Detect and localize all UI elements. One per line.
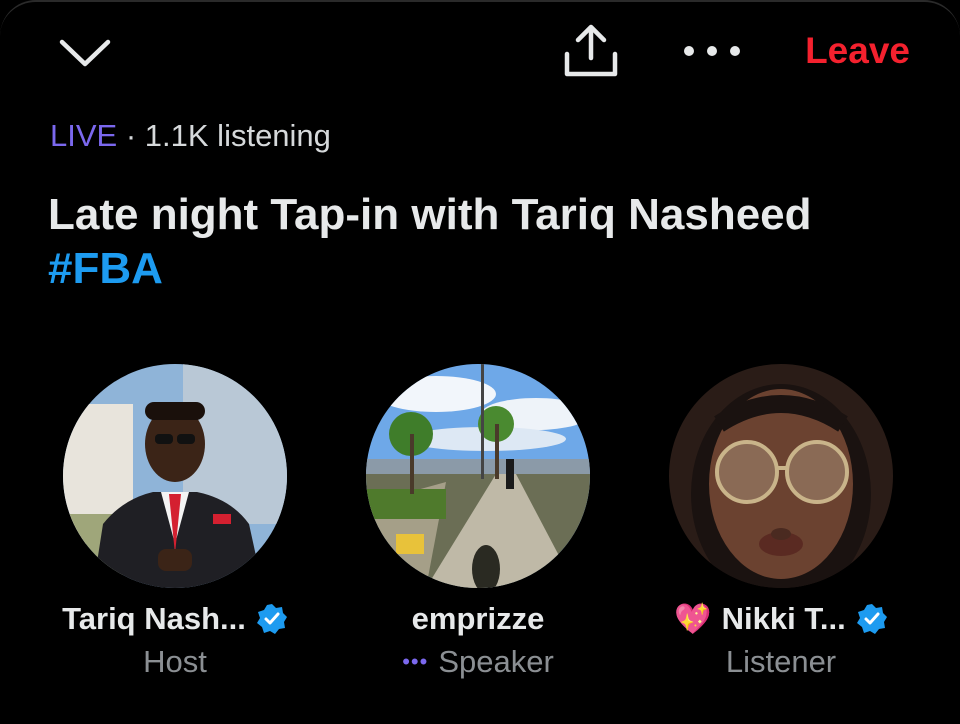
participant-host[interactable]: Tariq Nash... Host <box>45 364 305 682</box>
participant-name: Nikki T... <box>721 601 846 636</box>
participant-listener[interactable]: 💖 Nikki T... Listener <box>651 364 911 682</box>
participant-role-row: Host <box>45 642 305 682</box>
participant-name-row: Tariq Nash... <box>45 596 305 642</box>
participant-role: Host <box>143 644 207 679</box>
avatar[interactable] <box>669 364 893 588</box>
chevron-down-icon[interactable] <box>58 36 112 70</box>
verified-badge-icon <box>856 604 887 634</box>
participant-role-row: Listener <box>651 642 911 682</box>
participant-role-row: ••• Speaker <box>348 642 608 682</box>
participant-role: Speaker <box>438 644 554 679</box>
top-bar: Leave <box>0 0 960 110</box>
space-title: Late night Tap-in with Tariq Nasheed #FB… <box>48 188 908 296</box>
status-separator: · <box>125 118 137 153</box>
live-label: LIVE <box>50 118 118 153</box>
avatar[interactable] <box>63 364 287 588</box>
speaking-dots-icon: ••• <box>402 649 429 674</box>
avatar[interactable] <box>366 364 590 588</box>
more-dots-icon[interactable] <box>680 38 744 64</box>
participant-name: emprizze <box>411 601 545 636</box>
leave-button[interactable]: Leave <box>805 30 910 72</box>
participant-role: Listener <box>725 644 837 679</box>
live-status: LIVE · 1.1K listening <box>50 118 331 154</box>
participant-name-row: emprizze <box>348 596 608 642</box>
participant-name: Tariq Nash... <box>62 601 246 636</box>
participant-speaker[interactable]: emprizze ••• Speaker <box>348 364 608 682</box>
sparkling-heart-icon: 💖 <box>674 602 712 636</box>
listener-count: 1.1K listening <box>144 118 331 153</box>
space-title-text: Late night Tap-in with Tariq Nasheed <box>48 190 812 239</box>
participant-name-row: 💖 Nikki T... <box>651 596 911 642</box>
verified-badge-icon <box>256 604 287 634</box>
share-icon[interactable] <box>560 22 622 80</box>
hashtag-link[interactable]: #FBA <box>48 244 163 293</box>
